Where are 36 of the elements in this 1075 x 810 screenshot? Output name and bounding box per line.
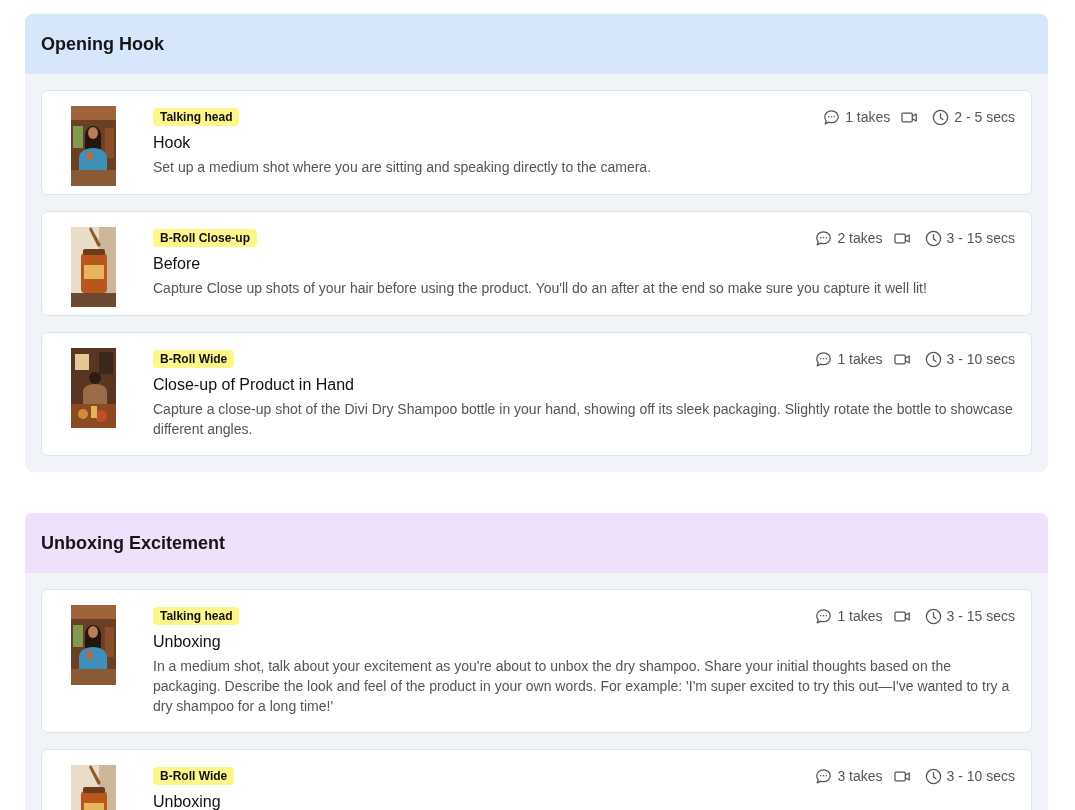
shot-description: Capture a close-up shot of the Divi Dry Shampoo bottle in your hand, showing off its sleek packaging. Slightly rotate the bottle to showcase different angles. (153, 400, 1014, 439)
shot-tag: Talking head (153, 108, 240, 126)
duration: 3 - 10 secs (946, 768, 1015, 784)
shot-description: Capture Close up shots of your hair before using the product. You'll do an after at the end so make sure you capture it well lit! (153, 279, 928, 298)
clock-icon (923, 766, 943, 786)
takes-count: 2 takes (837, 230, 883, 246)
takes-count: 3 takes (837, 768, 883, 784)
chat-icon (814, 228, 834, 248)
clock-icon (931, 107, 951, 127)
takes-count: 1 takes (837, 608, 883, 624)
clock-icon (923, 349, 943, 369)
shot-title: Before (153, 255, 202, 273)
clock-icon (923, 606, 943, 626)
shot-title: Hook (153, 134, 192, 152)
duration: 3 - 15 secs (946, 230, 1015, 246)
duration: 2 - 5 secs (954, 109, 1015, 125)
shot-title: Unboxing (153, 793, 222, 810)
section-title: Opening Hook (41, 33, 164, 55)
duration: 3 - 15 secs (946, 608, 1015, 624)
section-title: Unboxing Excitement (41, 532, 226, 554)
shot-title: Close-up of Product in Hand (153, 376, 355, 394)
shot-tag: Talking head (153, 607, 240, 625)
chat-icon (814, 766, 834, 786)
shot-tag: B-Roll Wide (153, 767, 235, 785)
takes-count: 1 takes (837, 351, 883, 367)
duration: 3 - 10 secs (946, 351, 1015, 367)
takes-count: 1 takes (845, 109, 891, 125)
clock-icon (923, 228, 943, 248)
shot-title: Unboxing (153, 633, 222, 651)
shot-description: In a medium shot, talk about your excitement as you're about to unbox the dry shampoo. Share your initial thoughts based on the packaging. Describe the look and feel of the product in your own words. For example: 'I'm super excited to try this out—I've wanted to try a dry shampoo for a long time!' (153, 657, 1011, 716)
chat-icon (822, 107, 842, 127)
chat-icon (814, 349, 834, 369)
shot-description: Set up a medium shot where you are sitting and speaking directly to the camera. (153, 158, 653, 177)
shot-tag: B-Roll Wide (153, 350, 235, 368)
shot-tag: B-Roll Close-up (153, 229, 257, 247)
chat-icon (814, 606, 834, 626)
